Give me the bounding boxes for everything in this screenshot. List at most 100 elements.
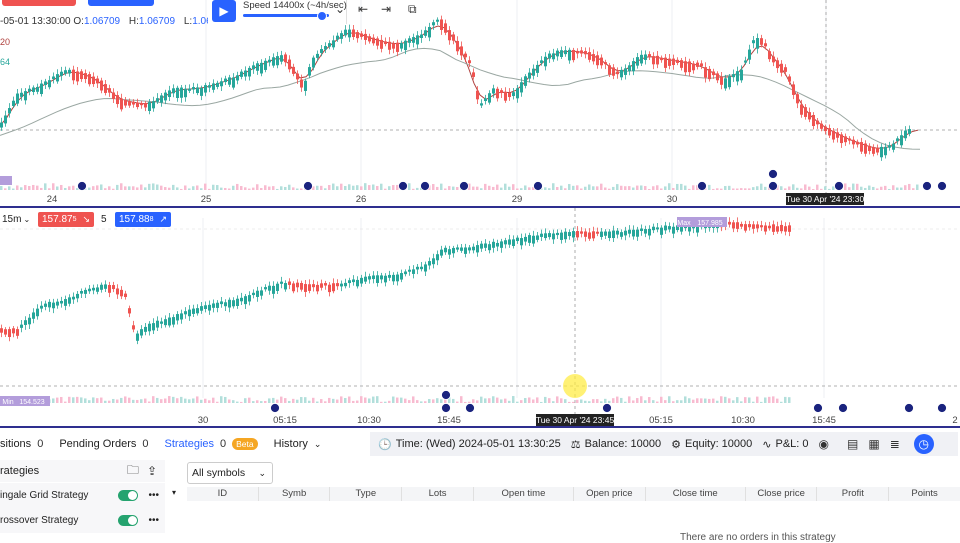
volume-bar xyxy=(692,185,695,190)
col-close-time[interactable]: Close time xyxy=(646,487,746,501)
col-symbol[interactable]: Symb xyxy=(259,487,331,501)
candle xyxy=(80,291,83,294)
clock-button-icon[interactable]: ◷ xyxy=(913,434,934,454)
candle xyxy=(484,243,487,248)
candle xyxy=(132,325,135,330)
speed-slider-handle[interactable] xyxy=(317,11,327,21)
strategy-toggle[interactable] xyxy=(118,515,139,526)
volume-bar xyxy=(696,398,699,403)
candle xyxy=(260,290,263,296)
candle xyxy=(36,308,39,317)
volume-bar xyxy=(104,188,107,190)
candle xyxy=(180,313,183,320)
volume-bar xyxy=(280,186,283,190)
candle xyxy=(736,222,739,229)
buy-button[interactable] xyxy=(88,0,154,6)
ohlc-high: 1.06709 xyxy=(138,16,176,27)
col-open-time[interactable]: Open time xyxy=(474,487,574,501)
volume-bar xyxy=(740,401,743,403)
col-profit[interactable]: Profit xyxy=(817,487,890,501)
symbol-filter[interactable]: All symbols ⌄ xyxy=(187,462,273,484)
strategy-item[interactable]: ingale Grid Strategy ••• xyxy=(0,483,165,508)
step-back-icon[interactable]: ⇤ xyxy=(358,2,368,16)
strategy-item[interactable]: rossover Strategy ••• xyxy=(0,508,165,533)
candle xyxy=(244,70,247,77)
candle xyxy=(360,277,363,284)
candle xyxy=(324,46,327,50)
chart-separator-bottom[interactable] xyxy=(0,426,960,428)
tab-strategies[interactable]: Strategies 0 Beta xyxy=(164,438,258,450)
more-icon[interactable]: ••• xyxy=(148,515,159,526)
volume-bar xyxy=(624,186,627,190)
tab-positions[interactable]: sitions 0 xyxy=(0,438,43,450)
notes-icon[interactable]: ≣ xyxy=(890,437,900,451)
calendar-icon[interactable]: ▦ xyxy=(868,437,879,451)
tab-history[interactable]: History ⌄ xyxy=(274,438,322,450)
volume-bar xyxy=(900,187,903,190)
candle xyxy=(464,247,467,254)
volume-bar xyxy=(656,401,659,403)
sell-price-box[interactable]: 157.87 5 ↘ xyxy=(38,212,95,227)
more-icon[interactable]: ••• xyxy=(148,490,159,501)
col-close-price[interactable]: Close price xyxy=(746,487,818,501)
candle xyxy=(336,283,339,287)
step-forward-icon[interactable]: ⇥ xyxy=(381,2,391,16)
candle xyxy=(800,104,803,115)
upload-icon[interactable]: ⇪ xyxy=(147,464,157,478)
col-open-price[interactable]: Open price xyxy=(574,487,646,501)
trend-up-icon: ↗ xyxy=(159,214,168,224)
col-id[interactable]: ID xyxy=(187,487,259,501)
folder-icon[interactable]: 🗀 xyxy=(127,461,139,482)
timeframe-selector[interactable]: 15m ⌄ xyxy=(2,212,30,227)
volume-bar xyxy=(324,401,327,403)
candle xyxy=(692,63,695,71)
lot-size[interactable]: 5 xyxy=(101,212,107,227)
chevron-down-icon[interactable]: ▾ xyxy=(172,488,176,497)
document-icon[interactable]: ▤ xyxy=(847,437,858,451)
chevron-down-icon[interactable]: ⌄ xyxy=(335,2,345,16)
volume-bar xyxy=(52,398,55,403)
candle xyxy=(288,59,291,70)
jump-to-date-icon[interactable]: ⧉ xyxy=(408,2,417,17)
candle xyxy=(184,88,187,98)
sell-button[interactable] xyxy=(2,0,76,6)
candle xyxy=(460,247,463,251)
tab-pending-orders[interactable]: Pending Orders 0 xyxy=(59,438,148,450)
candle xyxy=(348,280,351,284)
volume-bar xyxy=(752,401,755,403)
candle xyxy=(260,62,263,74)
candle xyxy=(268,59,271,63)
candle xyxy=(328,43,331,47)
eye-icon[interactable]: ◉ xyxy=(819,437,829,451)
buy-price-box[interactable]: 157.88 8 ↗ xyxy=(115,212,172,227)
x-axis-label: 10:30 xyxy=(731,415,755,426)
play-button[interactable]: ▶ xyxy=(212,0,236,22)
volume-bar xyxy=(116,184,119,190)
volume-bar xyxy=(144,398,147,403)
upper-price-chart[interactable]: 24 25 26 29 30 Tue 30 Apr '24 23:30 xyxy=(0,0,960,206)
candle xyxy=(716,73,719,81)
volume-bar xyxy=(368,185,371,190)
candle xyxy=(176,314,179,321)
volume-bar xyxy=(540,401,543,403)
candle xyxy=(312,57,315,68)
candle xyxy=(124,293,127,298)
candle xyxy=(56,301,59,306)
candle xyxy=(368,276,371,280)
lower-price-chart[interactable]: Max 157.985 Min 154.523 30 05:15 10:30 15:45 05:… xyxy=(0,208,960,426)
candle xyxy=(796,94,799,104)
candle xyxy=(564,231,567,240)
volume-bar xyxy=(412,188,415,190)
candle xyxy=(456,40,459,52)
col-points[interactable]: Points xyxy=(889,487,960,501)
candle xyxy=(184,311,187,315)
volume-bar xyxy=(792,184,795,190)
candle xyxy=(760,38,763,45)
col-lots[interactable]: Lots xyxy=(402,487,474,501)
col-type[interactable]: Type xyxy=(330,487,403,501)
strategy-toggle[interactable] xyxy=(118,490,139,501)
volume-bar xyxy=(416,400,419,403)
volume-bar xyxy=(460,396,463,403)
volume-bar xyxy=(656,185,659,190)
candle xyxy=(672,58,675,65)
